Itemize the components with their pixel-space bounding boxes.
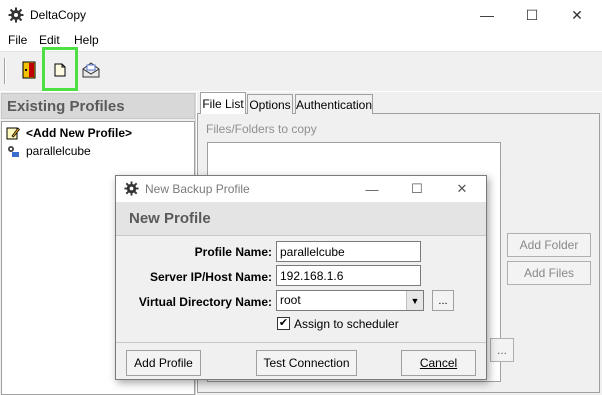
dialog-maximize-button[interactable]: ☐ (395, 176, 439, 202)
list-item-parallelcube[interactable]: parallelcube (6, 142, 91, 160)
menu-edit[interactable]: Edit (39, 33, 60, 47)
server-host-label: Server IP/Host Name: (149, 270, 272, 284)
assign-scheduler-label: Assign to scheduler (294, 317, 399, 331)
maximize-button[interactable]: ☐ (509, 0, 555, 30)
more-button[interactable]: ... (490, 338, 514, 362)
email-button[interactable] (79, 58, 103, 82)
tab-authentication[interactable]: Authentication (295, 94, 373, 114)
checkmark-icon: ✔ (278, 317, 289, 329)
window-title: DeltaCopy (30, 8, 87, 22)
profile-gear-icon (8, 146, 19, 157)
dialog-title: New Backup Profile (145, 182, 250, 196)
minimize-icon: — (480, 7, 494, 23)
menu-help[interactable]: Help (74, 33, 99, 47)
maximize-icon: ☐ (411, 181, 423, 196)
files-folders-label: Files/Folders to copy (206, 122, 317, 136)
test-connection-button[interactable]: Test Connection (256, 350, 357, 376)
profile-name-input[interactable] (276, 241, 421, 262)
exit-door-icon (22, 61, 36, 79)
deltacopy-gear-icon (8, 7, 24, 23)
dialog-header-title: New Profile (129, 210, 211, 227)
add-files-button[interactable]: Add Files (507, 261, 591, 285)
dialog-separator (116, 342, 486, 343)
close-icon: ✕ (456, 181, 468, 196)
note-pencil-icon (6, 127, 20, 140)
existing-profiles-title: Existing Profiles (7, 98, 125, 115)
add-folder-button[interactable]: Add Folder (507, 233, 591, 257)
close-button[interactable]: ✕ (554, 0, 600, 30)
toolbar-highlight (42, 47, 78, 91)
list-item-add-new-profile[interactable]: <Add New Profile> (6, 124, 132, 142)
exit-button[interactable] (17, 58, 41, 82)
dialog-close-button[interactable]: ✕ (440, 176, 484, 202)
email-envelope-icon (82, 62, 100, 78)
dialog-header: New Profile (116, 202, 486, 236)
browse-button[interactable]: ... (432, 290, 454, 311)
cancel-button[interactable]: Cancel (401, 350, 476, 376)
virtual-directory-select[interactable]: root (276, 290, 424, 311)
assign-scheduler-checkbox[interactable]: ✔ (277, 317, 290, 330)
toolbar-separator (4, 58, 6, 84)
add-profile-button[interactable]: Add Profile (126, 350, 201, 376)
dialog-minimize-button[interactable]: — (350, 176, 394, 202)
minimize-button[interactable]: — (464, 0, 510, 30)
deltacopy-gear-icon (124, 181, 139, 196)
tab-options[interactable]: Options (247, 94, 293, 114)
maximize-icon: ☐ (525, 6, 539, 23)
virtual-directory-value: root (280, 293, 301, 307)
minimize-icon: — (365, 181, 379, 197)
virtual-directory-label: Virtual Directory Name: (138, 295, 272, 309)
close-icon: ✕ (571, 6, 583, 23)
parallelcube-label: parallelcube (26, 144, 91, 158)
add-new-profile-label: <Add New Profile> (26, 126, 133, 140)
existing-profiles-header: Existing Profiles (1, 93, 195, 119)
profile-name-label: Profile Name: (194, 245, 272, 259)
tab-file-list[interactable]: File List (200, 92, 246, 114)
cancel-button-label: Cancel (419, 356, 458, 370)
chevron-down-icon[interactable]: ▼ (406, 291, 423, 310)
menu-file[interactable]: File (8, 33, 27, 47)
server-host-input[interactable] (276, 265, 421, 286)
